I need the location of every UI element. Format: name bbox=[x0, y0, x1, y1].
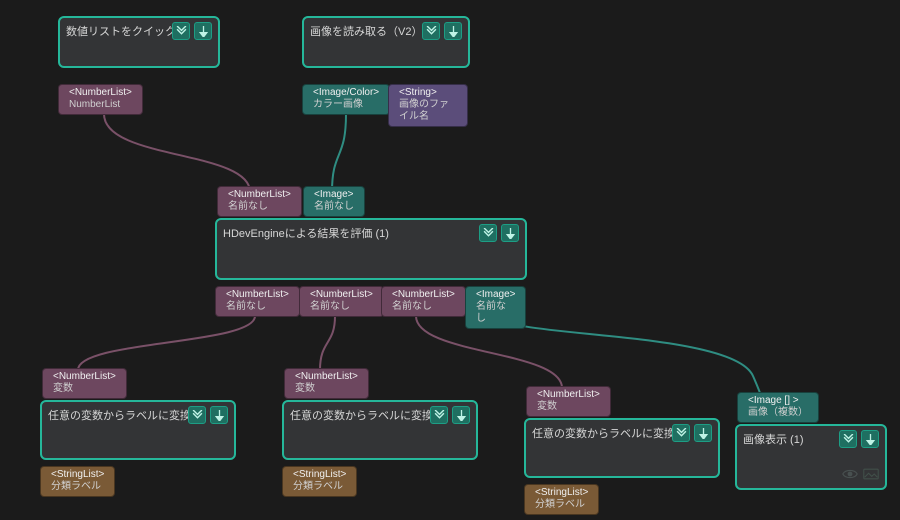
output-port-image[interactable]: <Image> 名前なし bbox=[465, 286, 526, 329]
execute-icon[interactable] bbox=[694, 424, 712, 442]
collapse-icon[interactable] bbox=[172, 22, 190, 40]
output-port-numberlist[interactable]: <NumberList> NumberList bbox=[58, 84, 143, 115]
collapse-icon[interactable] bbox=[430, 406, 448, 424]
input-port-image-array[interactable]: <Image [] > 画像（複数） bbox=[737, 392, 819, 423]
node-title: 数値リストをクイック作成 (1) bbox=[66, 23, 172, 39]
node-image-display[interactable]: <Image [] > 画像（複数） 画像表示 (1) bbox=[735, 424, 887, 490]
output-port-string[interactable]: <String> 画像のファイル名 bbox=[388, 84, 468, 127]
node-read-image-v2[interactable]: 画像を読み取る（V2）(1) <Image/Color> カラー画像 <Stri… bbox=[302, 16, 470, 68]
collapse-icon[interactable] bbox=[672, 424, 690, 442]
collapse-icon[interactable] bbox=[839, 430, 857, 448]
image-placeholder-icon bbox=[863, 467, 879, 484]
node-title: 任意の変数からラベルに変換 (2) bbox=[290, 407, 430, 423]
output-port-image-color[interactable]: <Image/Color> カラー画像 bbox=[302, 84, 390, 115]
execute-icon[interactable] bbox=[444, 22, 462, 40]
collapse-icon[interactable] bbox=[479, 224, 497, 242]
output-port-stringlist[interactable]: <StringList> 分類ラベル bbox=[40, 466, 115, 497]
execute-icon[interactable] bbox=[861, 430, 879, 448]
node-graph-canvas[interactable]: 数値リストをクイック作成 (1) <NumberList> NumberList… bbox=[0, 0, 900, 520]
execute-icon[interactable] bbox=[501, 224, 519, 242]
node-hdevengine-evaluate[interactable]: <NumberList> 名前なし <Image> 名前なし HDevEngin… bbox=[215, 218, 527, 280]
input-port-numberlist[interactable]: <NumberList> 名前なし bbox=[217, 186, 302, 217]
collapse-icon[interactable] bbox=[422, 22, 440, 40]
input-port-numberlist[interactable]: <NumberList> 変数 bbox=[42, 368, 127, 399]
input-port-image[interactable]: <Image> 名前なし bbox=[303, 186, 365, 217]
output-port-numberlist-2[interactable]: <NumberList> 名前なし bbox=[381, 286, 466, 317]
node-quick-number-list[interactable]: 数値リストをクイック作成 (1) <NumberList> NumberList bbox=[58, 16, 220, 68]
output-port-stringlist[interactable]: <StringList> 分類ラベル bbox=[282, 466, 357, 497]
input-port-numberlist[interactable]: <NumberList> 変数 bbox=[284, 368, 369, 399]
node-title: HDevEngineによる結果を評価 (1) bbox=[223, 225, 389, 241]
node-title: 任意の変数からラベルに変換 (1) bbox=[48, 407, 188, 423]
node-title: 画像表示 (1) bbox=[743, 431, 804, 447]
visibility-icon[interactable] bbox=[842, 467, 858, 484]
collapse-icon[interactable] bbox=[188, 406, 206, 424]
output-port-numberlist-1[interactable]: <NumberList> 名前なし bbox=[299, 286, 384, 317]
execute-icon[interactable] bbox=[194, 22, 212, 40]
input-port-numberlist[interactable]: <NumberList> 変数 bbox=[526, 386, 611, 417]
output-port-numberlist-0[interactable]: <NumberList> 名前なし bbox=[215, 286, 300, 317]
node-var-to-label-3[interactable]: <NumberList> 変数 任意の変数からラベルに変換 (3) <Strin… bbox=[524, 418, 720, 478]
node-title: 画像を読み取る（V2）(1) bbox=[310, 23, 422, 39]
output-port-stringlist[interactable]: <StringList> 分類ラベル bbox=[524, 484, 599, 515]
node-title: 任意の変数からラベルに変換 (3) bbox=[532, 425, 672, 441]
node-var-to-label-2[interactable]: <NumberList> 変数 任意の変数からラベルに変換 (2) <Strin… bbox=[282, 400, 478, 460]
execute-icon[interactable] bbox=[452, 406, 470, 424]
node-var-to-label-1[interactable]: <NumberList> 変数 任意の変数からラベルに変換 (1) <Strin… bbox=[40, 400, 236, 460]
execute-icon[interactable] bbox=[210, 406, 228, 424]
